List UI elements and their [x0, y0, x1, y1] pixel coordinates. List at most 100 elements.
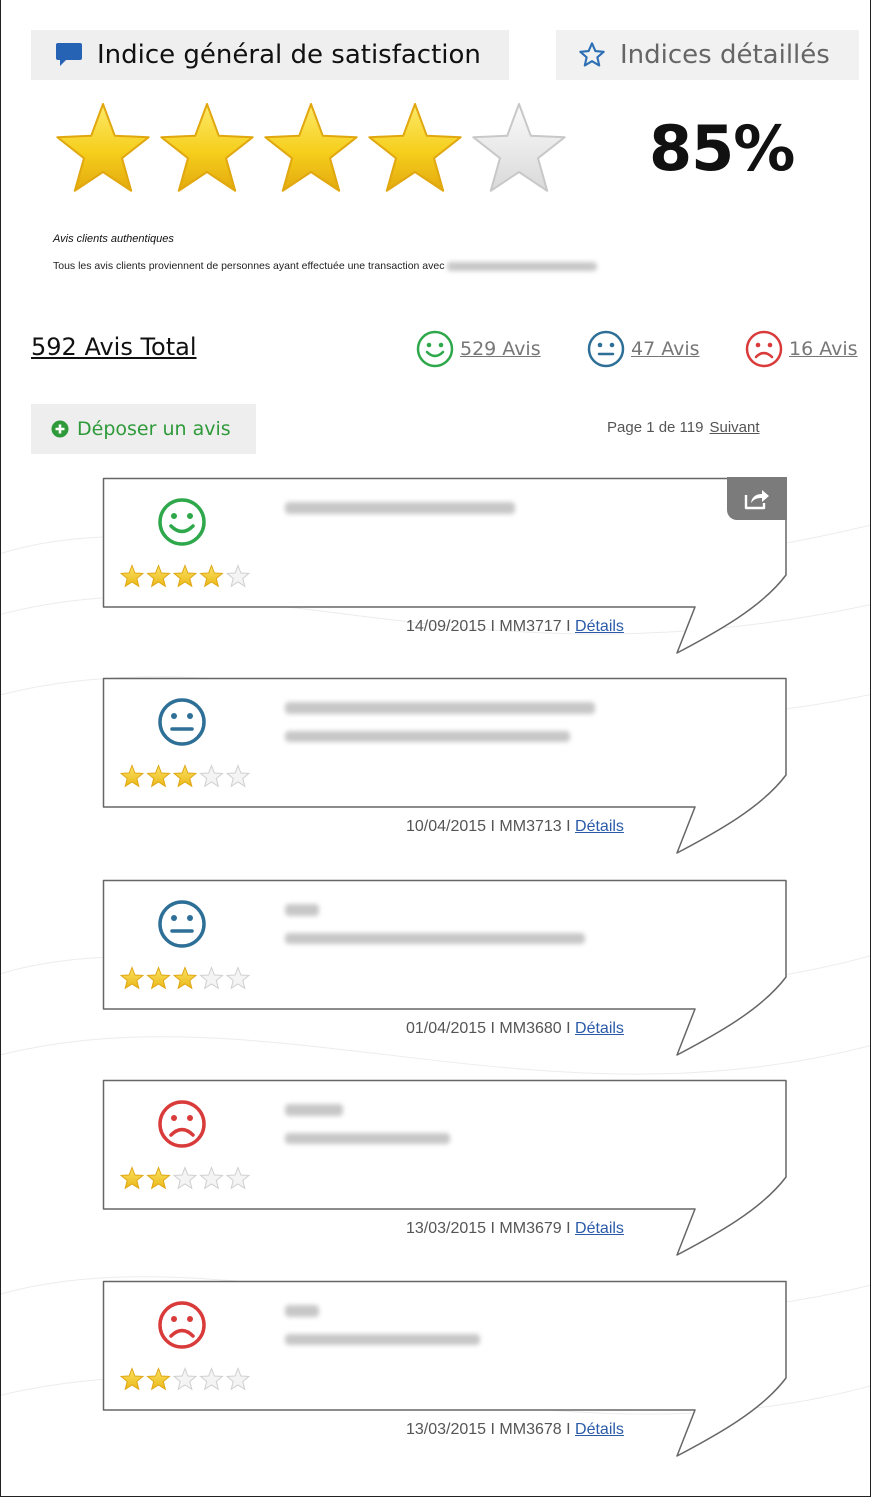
tab-detailed-indices[interactable]: Indices détaillés	[556, 30, 859, 80]
star-filled-icon	[199, 564, 224, 588]
review-details-link[interactable]: Détails	[575, 818, 624, 835]
big-star-filled	[264, 103, 358, 192]
star-half-icon	[172, 1166, 198, 1190]
star-empty-icon	[225, 1166, 251, 1190]
review-card: 13/03/2015 I MM3679 I Détails	[102, 1079, 792, 1259]
review-card: 14/09/2015 I MM3717 I Détails	[102, 477, 792, 657]
add-review-button[interactable]: Déposer un avis	[31, 404, 256, 454]
review-date: 13/03/2015	[406, 1220, 487, 1237]
big-star-filled	[160, 103, 254, 192]
tab-detailed-label: Indices détaillés	[620, 40, 830, 70]
review-date: 01/04/2015	[406, 1020, 487, 1037]
review-reference: MM3678	[499, 1421, 562, 1438]
negative-reviews-filter[interactable]: 16 Avis	[745, 330, 858, 368]
review-details-link[interactable]: Détails	[575, 1020, 624, 1037]
redacted-review-title	[285, 904, 319, 916]
smiley-sad-icon	[158, 1301, 206, 1349]
star-empty-icon	[225, 966, 251, 990]
big-star-filled	[56, 103, 150, 192]
tab-general-label: Indice général de satisfaction	[97, 40, 481, 70]
star-empty-icon	[199, 1166, 224, 1190]
review-meta: 13/03/2015 I MM3679 I Détails	[406, 1220, 624, 1237]
star-filled-icon	[120, 1367, 145, 1391]
speech-bubble-icon	[56, 43, 82, 66]
authentic-reviews-text: Tous les avis clients proviennent de per…	[53, 260, 598, 272]
review-date: 13/03/2015	[406, 1421, 487, 1438]
redacted-review-title	[285, 502, 515, 514]
star-half-icon	[199, 764, 224, 788]
star-outline-icon	[579, 42, 605, 67]
star-empty-icon	[199, 966, 224, 990]
redacted-review-title	[285, 1305, 319, 1317]
review-date: 14/09/2015	[406, 618, 487, 635]
star-filled-icon	[120, 564, 145, 588]
redacted-company-name	[447, 261, 598, 271]
satisfaction-score: 85%	[649, 112, 795, 185]
review-card: 01/04/2015 I MM3680 I Détails	[102, 879, 792, 1059]
review-meta: 14/09/2015 I MM3717 I Détails	[406, 618, 624, 635]
star-empty-icon	[225, 564, 251, 588]
authentic-reviews-sentence: Tous les avis clients proviennent de per…	[53, 260, 445, 272]
smiley-sad-icon	[158, 1100, 206, 1148]
review-reference: MM3679	[499, 1220, 562, 1237]
positive-reviews-filter[interactable]: 529 Avis	[416, 330, 541, 368]
star-filled-icon	[146, 1166, 171, 1190]
neutral-reviews-filter[interactable]: 47 Avis	[587, 330, 700, 368]
review-details-link[interactable]: Détails	[575, 618, 624, 635]
smiley-neutral-icon	[587, 330, 625, 368]
total-reviews-link[interactable]: 592 Avis Total	[31, 333, 197, 361]
star-filled-icon	[146, 1367, 171, 1391]
redacted-review-body	[285, 1334, 480, 1345]
review-details-link[interactable]: Détails	[575, 1421, 624, 1438]
redacted-review-body	[285, 731, 570, 742]
star-filled-icon	[146, 966, 171, 990]
authentic-reviews-title: Avis clients authentiques	[53, 233, 174, 245]
review-star-rating	[120, 764, 251, 788]
positive-reviews-link[interactable]: 529 Avis	[460, 338, 541, 360]
smiley-sad-icon	[745, 330, 783, 368]
review-reference: MM3717	[499, 618, 562, 635]
star-empty-icon	[225, 1367, 251, 1391]
plus-circle-icon	[51, 420, 69, 438]
smiley-neutral-icon	[158, 900, 206, 948]
review-meta: 13/03/2015 I MM3678 I Détails	[406, 1421, 624, 1438]
next-page-link[interactable]: Suivant	[709, 419, 759, 436]
star-empty-icon	[199, 1367, 224, 1391]
redacted-review-title	[285, 1104, 343, 1116]
star-filled-icon	[120, 764, 145, 788]
review-star-rating	[120, 1166, 251, 1190]
redacted-review-body	[285, 1133, 450, 1144]
overall-star-rating	[56, 103, 566, 192]
review-star-rating	[120, 564, 251, 588]
pagination: Page 1 de 119 Suivant	[607, 419, 760, 436]
star-filled-icon	[172, 564, 198, 588]
neutral-reviews-link[interactable]: 47 Avis	[631, 338, 700, 360]
share-button[interactable]	[727, 477, 787, 520]
star-filled-icon	[120, 966, 145, 990]
review-reference: MM3680	[499, 1020, 562, 1037]
review-reference: MM3713	[499, 818, 562, 835]
share-icon	[744, 489, 769, 509]
review-card: 10/04/2015 I MM3713 I Détails	[102, 677, 792, 857]
review-star-rating	[120, 966, 251, 990]
big-star-empty	[472, 103, 566, 192]
star-half-icon	[172, 1367, 198, 1391]
redacted-review-body	[285, 933, 585, 944]
star-filled-icon	[146, 564, 171, 588]
reviews-page: Indice général de satisfaction Indices d…	[0, 0, 871, 1497]
review-card: 13/03/2015 I MM3678 I Détails	[102, 1280, 792, 1460]
big-star-filled	[368, 103, 462, 192]
tab-general-satisfaction[interactable]: Indice général de satisfaction	[31, 30, 509, 80]
smiley-neutral-icon	[158, 698, 206, 746]
review-star-rating	[120, 1367, 251, 1391]
star-filled-icon	[146, 764, 171, 788]
smiley-happy-icon	[416, 330, 454, 368]
add-review-label: Déposer un avis	[77, 418, 231, 440]
star-filled-icon	[172, 966, 198, 990]
negative-reviews-link[interactable]: 16 Avis	[789, 338, 858, 360]
page-indicator: Page 1 de 119	[607, 419, 704, 436]
smiley-happy-icon	[158, 498, 206, 546]
star-filled-icon	[172, 764, 198, 788]
review-details-link[interactable]: Détails	[575, 1220, 624, 1237]
review-date: 10/04/2015	[406, 818, 487, 835]
